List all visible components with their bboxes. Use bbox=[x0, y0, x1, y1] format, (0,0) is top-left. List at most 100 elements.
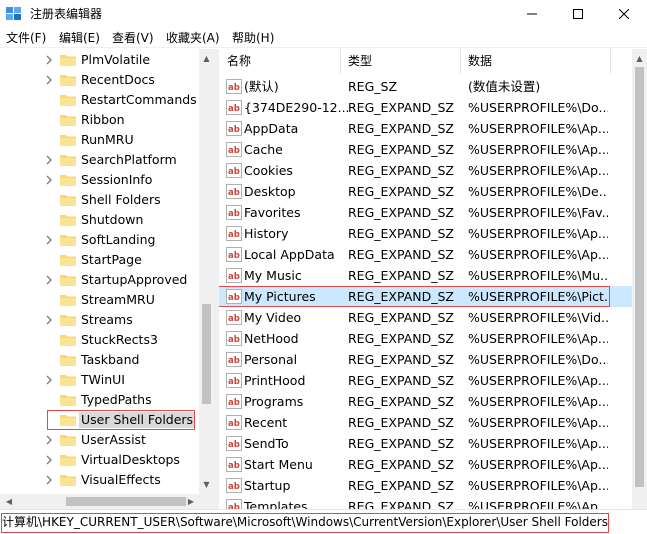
tree-item[interactable]: Streams bbox=[0, 310, 200, 330]
folder-icon bbox=[60, 275, 76, 286]
folder-icon bbox=[60, 315, 76, 326]
tree-item-label: TWinUI bbox=[81, 372, 125, 387]
column-divider[interactable] bbox=[610, 49, 611, 74]
scroll-thumb[interactable] bbox=[635, 67, 644, 487]
value-row[interactable]: ab History REG_EXPAND_SZ %USERPROFILE%\Ap..… bbox=[219, 223, 632, 244]
svg-text:ab: ab bbox=[228, 146, 240, 156]
tree-item[interactable]: TypedPaths bbox=[0, 390, 200, 410]
column-header-type[interactable]: 类型 bbox=[340, 49, 372, 74]
menu-favorites[interactable]: 收藏夹(A) bbox=[164, 30, 222, 46]
value-row[interactable]: ab Local AppData REG_EXPAND_SZ %USERPROFILE… bbox=[219, 244, 632, 265]
value-data: %USERPROFILE%\De... bbox=[468, 184, 608, 199]
string-value-icon: ab bbox=[226, 415, 242, 430]
value-row[interactable]: ab Cookies REG_EXPAND_SZ %USERPROFILE%\Ap..… bbox=[219, 160, 632, 181]
tree-item[interactable]: Shell Folders bbox=[0, 190, 200, 210]
value-data: %USERPROFILE%\Ap... bbox=[468, 247, 608, 262]
list-vertical-scrollbar[interactable]: ▲ bbox=[632, 49, 647, 509]
tree-item-label: RecentDocs bbox=[81, 72, 155, 87]
chevron-right-icon[interactable] bbox=[44, 54, 54, 66]
value-type: REG_EXPAND_SZ bbox=[348, 100, 454, 115]
scroll-up-icon[interactable]: ▲ bbox=[199, 51, 214, 65]
minimize-button[interactable] bbox=[509, 0, 555, 28]
menu-view[interactable]: 查看(V) bbox=[110, 30, 156, 46]
scroll-thumb[interactable] bbox=[202, 304, 211, 404]
tree-vertical-scrollbar[interactable]: ▲ ▼ bbox=[199, 49, 214, 494]
chevron-right-icon[interactable] bbox=[44, 474, 54, 486]
key-tree[interactable]: PlmVolatile RecentDocs RestartCommands Ribb… bbox=[0, 49, 214, 509]
tree-item[interactable]: StuckRects3 bbox=[0, 330, 200, 350]
menu-help[interactable]: 帮助(H) bbox=[230, 30, 276, 46]
tree-item[interactable]: TWinUI bbox=[0, 370, 200, 390]
tree-item[interactable]: SoftLanding bbox=[0, 230, 200, 250]
chevron-right-icon[interactable] bbox=[44, 234, 54, 246]
chevron-right-icon[interactable] bbox=[44, 454, 54, 466]
string-value-icon: ab bbox=[226, 226, 242, 241]
value-row[interactable]: ab {374DE290-12... REG_EXPAND_SZ %USERPROFI… bbox=[219, 97, 632, 118]
column-header-name[interactable]: 名称 bbox=[219, 49, 251, 74]
value-row[interactable]: ab Desktop REG_EXPAND_SZ %USERPROFILE%\De..… bbox=[219, 181, 632, 202]
value-row[interactable]: ab Favorites REG_EXPAND_SZ %USERPROFILE%\Fa… bbox=[219, 202, 632, 223]
chevron-right-icon[interactable] bbox=[44, 434, 54, 446]
folder-icon bbox=[60, 155, 76, 166]
scroll-left-icon[interactable]: ◀ bbox=[2, 494, 16, 509]
value-row[interactable]: ab Cache REG_EXPAND_SZ %USERPROFILE%\Ap... bbox=[219, 139, 632, 160]
tree-item[interactable]: Ribbon bbox=[0, 110, 200, 130]
value-row[interactable]: ab Programs REG_EXPAND_SZ %USERPROFILE%\Ap.… bbox=[219, 391, 632, 412]
tree-item-label: Shell Folders bbox=[81, 192, 161, 207]
scroll-thumb[interactable] bbox=[66, 497, 186, 506]
tree-item[interactable]: Shutdown bbox=[0, 210, 200, 230]
tree-item[interactable]: RecentDocs bbox=[0, 70, 200, 90]
tree-item[interactable]: StartPage bbox=[0, 250, 200, 270]
tree-item[interactable]: UserAssist bbox=[0, 430, 200, 450]
value-row[interactable]: ab My Music REG_EXPAND_SZ %USERPROFILE%\Mu.… bbox=[219, 265, 632, 286]
value-row[interactable]: ab SendTo REG_EXPAND_SZ %USERPROFILE%\Ap... bbox=[219, 433, 632, 454]
tree-item[interactable]: RunMRU bbox=[0, 130, 200, 150]
tree-item[interactable]: VirtualDesktops bbox=[0, 450, 200, 470]
scroll-up-icon[interactable]: ▲ bbox=[632, 51, 647, 65]
tree-item[interactable]: RestartCommands bbox=[0, 90, 200, 110]
chevron-right-icon[interactable] bbox=[44, 154, 54, 166]
tree-item[interactable]: VisualEffects bbox=[0, 470, 200, 490]
tree-item[interactable]: SearchPlatform bbox=[0, 150, 200, 170]
scroll-right-icon[interactable]: ▶ bbox=[184, 494, 198, 509]
value-type: REG_EXPAND_SZ bbox=[348, 352, 454, 367]
chevron-right-icon[interactable] bbox=[44, 374, 54, 386]
value-row[interactable]: ab Start Menu REG_EXPAND_SZ %USERPROFILE%\A… bbox=[219, 454, 632, 475]
value-row[interactable]: ab Recent REG_EXPAND_SZ %USERPROFILE%\Ap... bbox=[219, 412, 632, 433]
value-type: REG_EXPAND_SZ bbox=[348, 163, 454, 178]
value-name: Cookies bbox=[244, 163, 293, 178]
menu-file[interactable]: 文件(F) bbox=[4, 30, 48, 46]
value-name: Start Menu bbox=[244, 457, 313, 472]
value-row[interactable]: ab Startup REG_EXPAND_SZ %USERPROFILE%\Ap..… bbox=[219, 475, 632, 496]
tree-item[interactable]: SessionInfo bbox=[0, 170, 200, 190]
value-row[interactable]: ab AppData REG_EXPAND_SZ %USERPROFILE%\Ap..… bbox=[219, 118, 632, 139]
tree-horizontal-scrollbar[interactable]: ◀ ▶ bbox=[0, 494, 214, 509]
value-row[interactable]: ab My Pictures REG_EXPAND_SZ %USERPROFILE%\… bbox=[219, 286, 632, 307]
value-row[interactable]: ab Templates REG_EXPAND_SZ %USERPROFILE%\Ap… bbox=[219, 496, 632, 509]
column-header-data[interactable]: 数据 bbox=[460, 49, 492, 74]
chevron-right-icon[interactable] bbox=[44, 74, 54, 86]
registry-editor-icon bbox=[6, 7, 21, 20]
chevron-right-icon[interactable] bbox=[44, 274, 54, 286]
menu-edit[interactable]: 编辑(E) bbox=[57, 30, 102, 46]
value-row[interactable]: ab Personal REG_EXPAND_SZ %USERPROFILE%\Do.… bbox=[219, 349, 632, 370]
menu-bar: 文件(F) 编辑(E) 查看(V) 收藏夹(A) 帮助(H) bbox=[0, 28, 647, 48]
chevron-right-icon[interactable] bbox=[44, 174, 54, 186]
tree-item[interactable]: StreamMRU bbox=[0, 290, 200, 310]
value-row[interactable]: ab NetHood REG_EXPAND_SZ %USERPROFILE%\Ap..… bbox=[219, 328, 632, 349]
scroll-down-icon[interactable]: ▼ bbox=[199, 477, 214, 491]
value-type: REG_EXPAND_SZ bbox=[348, 226, 454, 241]
close-button[interactable] bbox=[601, 0, 647, 28]
tree-item[interactable]: User Shell Folders bbox=[0, 410, 200, 430]
maximize-button[interactable] bbox=[555, 0, 601, 28]
value-row[interactable]: ab (默认) REG_SZ (数值未设置) bbox=[219, 76, 632, 97]
chevron-right-icon[interactable] bbox=[44, 314, 54, 326]
value-row[interactable]: ab My Video REG_EXPAND_SZ %USERPROFILE%\Vid… bbox=[219, 307, 632, 328]
value-row[interactable]: ab PrintHood REG_EXPAND_SZ %USERPROFILE%\Ap… bbox=[219, 370, 632, 391]
tree-item[interactable]: PlmVolatile bbox=[0, 50, 200, 70]
tree-item[interactable]: StartupApproved bbox=[0, 270, 200, 290]
value-data: %USERPROFILE%\Mu... bbox=[468, 268, 608, 283]
svg-text:ab: ab bbox=[228, 482, 240, 492]
list-header: 名称 类型 数据 bbox=[219, 49, 632, 74]
tree-item[interactable]: Taskband bbox=[0, 350, 200, 370]
